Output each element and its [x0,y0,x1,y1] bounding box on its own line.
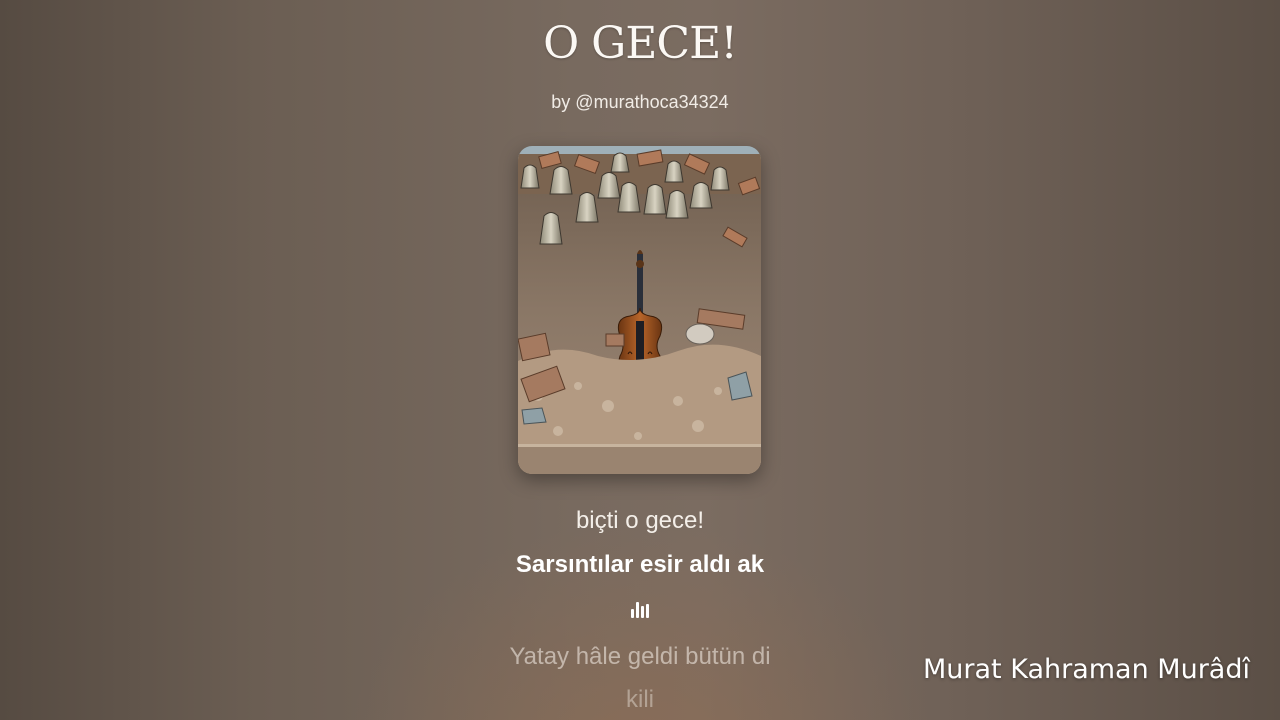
audio-bars-icon [631,602,649,618]
watermark-author-name: Murat Kahraman Murâdî [923,654,1250,685]
artist-byline: by @murathoca34324 [551,92,729,112]
lyric-line-next-2: kili [626,686,654,713]
song-title: O GECE! [543,18,738,69]
album-cover-art [518,146,761,474]
lyric-line-previous: biçti o gece! [575,507,705,534]
lyric-line-current: Sarsıntılar esir aldı ak [515,551,765,578]
